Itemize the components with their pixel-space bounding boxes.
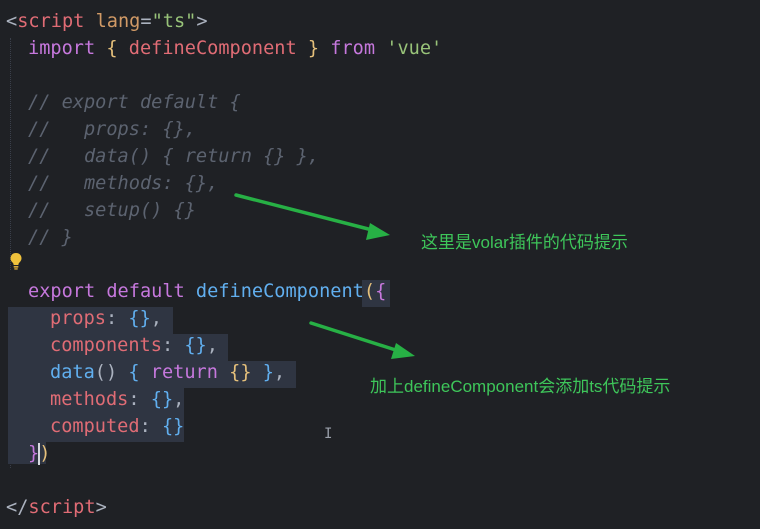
code-line-props: props: {}, bbox=[50, 305, 162, 332]
code-line-comment: // data() { return {} }, bbox=[28, 146, 320, 167]
code-line-components: components: {}, bbox=[50, 332, 218, 359]
token: ) bbox=[39, 443, 51, 464]
token: </ bbox=[6, 497, 29, 518]
code-line-data: data() { return {} }, bbox=[50, 359, 285, 386]
token: return bbox=[139, 362, 218, 383]
annotation-volar-hint: 这里是volar插件的代码提示 bbox=[421, 233, 628, 252]
token: , bbox=[150, 308, 162, 329]
token: {} bbox=[161, 416, 185, 437]
token: < bbox=[6, 11, 18, 32]
token: from bbox=[319, 38, 376, 59]
token: props bbox=[50, 308, 106, 329]
token: = bbox=[140, 11, 152, 32]
token: } bbox=[251, 362, 274, 383]
text-caret bbox=[38, 443, 40, 465]
token: ( bbox=[363, 281, 376, 302]
annotation-define-component-hint: 加上defineComponent会添加ts代码提示 bbox=[370, 377, 671, 396]
token: () bbox=[94, 362, 118, 383]
code-line-comment: // setup() {} bbox=[28, 200, 196, 221]
code-line-methods: methods: {}, bbox=[50, 386, 184, 413]
token: { bbox=[106, 38, 118, 59]
token: script bbox=[28, 497, 96, 518]
code-line-comment: // props: {}, bbox=[28, 119, 196, 140]
token: lang bbox=[84, 11, 141, 32]
token: default bbox=[95, 281, 185, 302]
token: 'vue' bbox=[375, 38, 443, 59]
code-line-comment: // } bbox=[28, 227, 73, 248]
token: : bbox=[139, 416, 162, 437]
token: : bbox=[128, 389, 151, 410]
code-line-comment: // export default { bbox=[28, 92, 241, 113]
token: : bbox=[105, 308, 129, 329]
code-line-computed: computed: {} bbox=[50, 413, 184, 440]
token: > bbox=[196, 11, 208, 32]
token: { bbox=[375, 281, 387, 302]
token: defineComponent bbox=[184, 281, 364, 302]
code-line-export-default: export default defineComponent({ bbox=[28, 278, 386, 305]
code-line-script-open: <script lang="ts"> bbox=[6, 8, 208, 35]
token: script bbox=[17, 11, 85, 32]
text-cursor-icon: I bbox=[324, 426, 333, 442]
code-editor[interactable]: <script lang="ts"> import { defineCompon… bbox=[0, 0, 760, 529]
annotation-arrow-icon bbox=[309, 321, 415, 359]
code-line-import: import { defineComponent } from 'vue' bbox=[28, 35, 442, 62]
token: {} bbox=[150, 389, 174, 410]
code-line-script-close: </script> bbox=[6, 494, 107, 521]
token: {} bbox=[217, 362, 252, 383]
token: , bbox=[206, 335, 218, 356]
token: defineComponent bbox=[117, 38, 308, 59]
annotation-arrow-icon bbox=[234, 193, 390, 240]
token: components bbox=[50, 335, 162, 356]
code-line-comment: // methods: {}, bbox=[28, 173, 219, 194]
token: , bbox=[273, 362, 286, 383]
token: > bbox=[95, 497, 107, 518]
token: { bbox=[117, 362, 140, 383]
token: data bbox=[50, 362, 95, 383]
token: : bbox=[161, 335, 185, 356]
token: "ts" bbox=[151, 11, 197, 32]
token: {} bbox=[184, 335, 207, 356]
token: export bbox=[28, 281, 96, 302]
token: import bbox=[28, 38, 96, 59]
token: methods bbox=[50, 389, 129, 410]
lightbulb-icon[interactable] bbox=[9, 252, 23, 270]
token: {} bbox=[128, 308, 151, 329]
token: , bbox=[173, 389, 185, 410]
token: } bbox=[307, 38, 320, 59]
token: computed bbox=[50, 416, 140, 437]
